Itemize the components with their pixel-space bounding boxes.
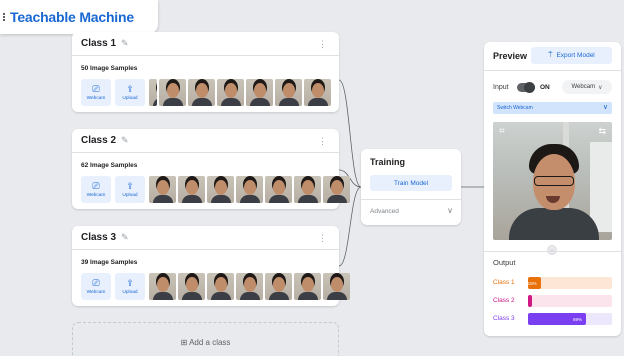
kebab-menu-icon[interactable]: ⋮ — [318, 136, 327, 147]
sample-thumbnail[interactable] — [188, 79, 215, 106]
sample-thumbnail[interactable] — [207, 273, 234, 300]
sample-thumbnails[interactable] — [149, 273, 350, 300]
sample-thumbnail[interactable] — [217, 79, 244, 106]
input-toggle[interactable] — [517, 82, 535, 93]
sample-thumbnail[interactable] — [236, 273, 263, 300]
sample-thumbnail[interactable] — [178, 273, 205, 300]
chevron-down-icon[interactable]: ∨ — [447, 206, 453, 215]
webcam-button[interactable]: ⎚ Webcam — [81, 79, 111, 106]
upload-icon: ⇪ — [126, 181, 134, 191]
pencil-icon[interactable]: ✎ — [121, 135, 129, 146]
flip-icon[interactable]: ⇆ — [598, 126, 606, 137]
training-panel: Training Train Model Advanced ∨ — [361, 149, 461, 225]
divider — [484, 70, 621, 71]
sample-thumbnail[interactable] — [265, 176, 292, 203]
output-class-name: Class 1 — [493, 279, 515, 286]
sample-thumbnail[interactable] — [323, 273, 350, 300]
pencil-icon[interactable]: ✎ — [121, 38, 129, 49]
class-name[interactable]: Class 2 — [81, 135, 116, 146]
sample-thumbnail[interactable] — [275, 79, 302, 106]
sample-thumbnail[interactable] — [304, 79, 331, 106]
divider — [361, 199, 461, 200]
preview-title: Preview — [493, 51, 528, 61]
add-class-button[interactable]: ⊞ Add a class — [72, 322, 339, 356]
confidence-track: 69% — [528, 313, 612, 325]
sample-thumbnail[interactable] — [159, 79, 186, 106]
output-class-name: Class 2 — [493, 297, 515, 304]
sample-count: 39 Image Samples — [81, 259, 138, 266]
training-title: Training — [370, 157, 406, 167]
confidence-bar: 69% — [528, 313, 586, 325]
sample-thumbnail[interactable] — [149, 176, 176, 203]
confidence-track: 15% — [528, 277, 612, 289]
divider — [484, 251, 621, 252]
webcam-preview: ⌗ ⇆ — [493, 122, 612, 240]
pencil-icon[interactable]: ✎ — [121, 232, 129, 243]
webcam-button[interactable]: ⎚ Webcam — [81, 273, 111, 300]
sample-thumbnail[interactable] — [246, 79, 273, 106]
class-name[interactable]: Class 3 — [81, 232, 116, 243]
upload-button[interactable]: ⇪ Upload — [115, 273, 145, 300]
kebab-menu-icon[interactable]: ⋮ — [318, 233, 327, 244]
class-card-3: Class 3 ✎ ⋮ 39 Image Samples ⎚ Webcam ⇪ … — [72, 226, 350, 306]
webcam-icon: ⎚ — [92, 84, 100, 94]
sample-count: 62 Image Samples — [81, 162, 138, 169]
upload-button[interactable]: ⇪ Upload — [115, 79, 145, 106]
webcam-button[interactable]: ⎚ Webcam — [81, 176, 111, 203]
output-class-name: Class 3 — [493, 315, 515, 322]
confidence-track — [528, 295, 612, 307]
output-title: Output — [493, 258, 516, 267]
output-row-1: Class 1 15% — [493, 277, 612, 289]
class-card-1: Class 1 ✎ ⋮ 50 Image Samples ⎚ Webcam ⇪ … — [72, 32, 339, 112]
sample-thumbnail[interactable] — [178, 176, 205, 203]
class-header: Class 3 ✎ ⋮ — [72, 226, 339, 250]
toggle-state: ON — [540, 84, 550, 91]
export-model-button[interactable]: ⍑ Export Model — [531, 47, 612, 64]
upload-icon: ⇪ — [126, 84, 134, 94]
train-model-button[interactable]: Train Model — [370, 175, 452, 191]
class-name[interactable]: Class 1 — [81, 38, 116, 49]
sample-thumbnail[interactable] — [149, 273, 176, 300]
advanced-toggle[interactable]: Advanced — [370, 208, 399, 215]
confidence-bar — [528, 295, 533, 307]
sample-thumbnail[interactable] — [207, 176, 234, 203]
confidence-percent: 15% — [527, 280, 537, 286]
class-header: Class 2 ✎ ⋮ — [72, 129, 339, 153]
chevron-down-icon: ∨ — [602, 104, 608, 111]
output-row-3: Class 3 69% — [493, 313, 612, 325]
sample-thumbnails[interactable] — [149, 79, 331, 106]
confidence-bar: 15% — [528, 277, 541, 289]
switch-webcam-select[interactable]: Switch Webcam ∨ — [493, 102, 612, 114]
sample-count: 50 Image Samples — [81, 65, 138, 72]
upload-button[interactable]: ⇪ Upload — [115, 176, 145, 203]
scroll-down-icon[interactable]: ⌄ — [547, 245, 557, 255]
sample-thumbnail[interactable] — [236, 176, 263, 203]
webcam-icon: ⎚ — [92, 181, 100, 191]
sample-thumbnail[interactable] — [294, 176, 321, 203]
sample-thumbnail[interactable] — [149, 79, 157, 106]
confidence-percent: 69% — [572, 316, 582, 322]
input-source-select[interactable]: Webcam ∨ — [562, 80, 612, 94]
sample-thumbnail[interactable] — [265, 273, 292, 300]
upload-icon: ⇪ — [126, 278, 134, 288]
input-label: Input — [493, 84, 509, 91]
class-header: Class 1 ✎ ⋮ — [72, 32, 339, 56]
sample-thumbnails[interactable] — [149, 176, 350, 203]
add-class-label: ⊞ Add a class — [180, 337, 231, 347]
class-card-2: Class 2 ✎ ⋮ 62 Image Samples ⎚ Webcam ⇪ … — [72, 129, 350, 209]
preview-panel: Preview ⍑ Export Model Input ON Webcam ∨… — [484, 42, 621, 336]
output-row-2: Class 2 — [493, 295, 612, 307]
sample-thumbnail[interactable] — [323, 176, 350, 203]
sample-thumbnail[interactable] — [294, 273, 321, 300]
crop-icon[interactable]: ⌗ — [499, 126, 505, 137]
kebab-menu-icon[interactable]: ⋮ — [318, 39, 327, 50]
chevron-down-icon: ∨ — [598, 84, 603, 91]
webcam-icon: ⎚ — [92, 278, 100, 288]
export-icon: ⍑ — [548, 51, 553, 59]
